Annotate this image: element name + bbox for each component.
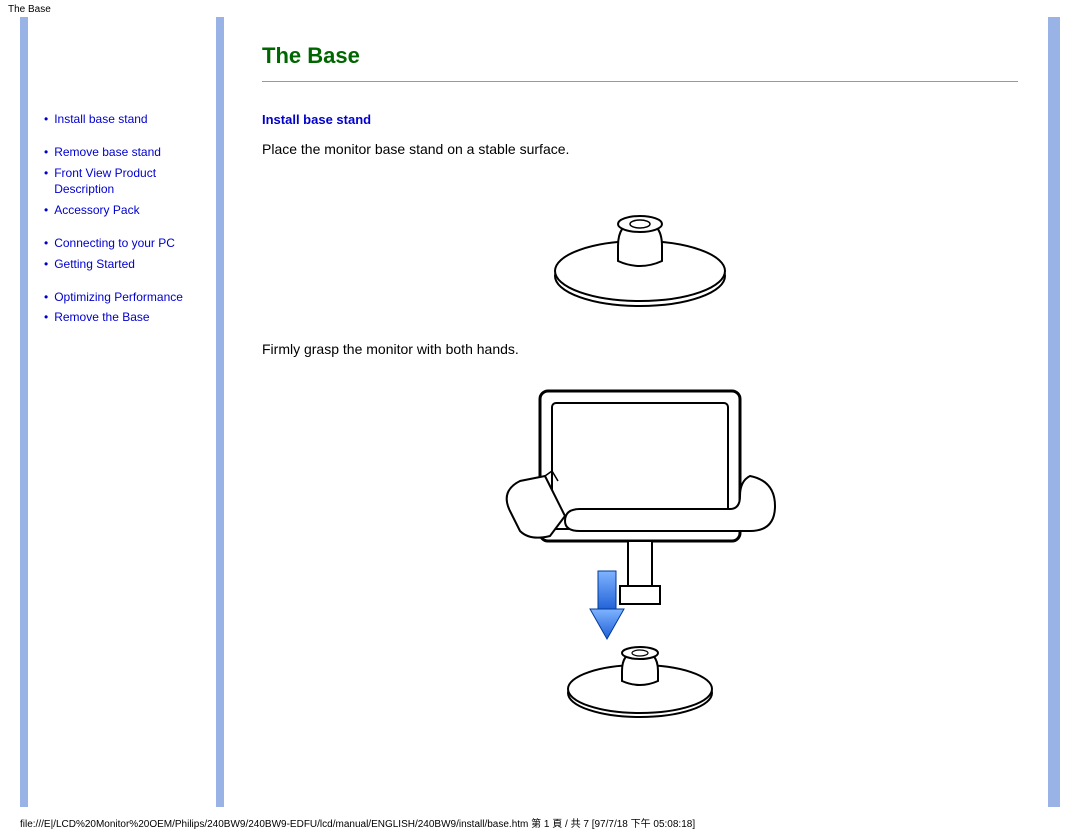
bullet-icon: • bbox=[44, 111, 48, 128]
decor-bar-right bbox=[1048, 17, 1060, 807]
sidebar-item-connecting-pc[interactable]: • Connecting to your PC bbox=[44, 235, 208, 252]
page-tab-label: The Base bbox=[0, 0, 1080, 17]
horizontal-rule bbox=[262, 81, 1018, 82]
illustration-monitor-attach bbox=[262, 381, 1018, 721]
sidebar-item-label: Remove base stand bbox=[54, 144, 161, 161]
page-title: The Base bbox=[262, 43, 1018, 69]
bullet-icon: • bbox=[44, 235, 48, 252]
bullet-icon: • bbox=[44, 165, 48, 182]
sidebar-item-label: Connecting to your PC bbox=[54, 235, 175, 252]
decor-bar-left bbox=[20, 17, 28, 807]
bullet-icon: • bbox=[44, 144, 48, 161]
sidebar-item-remove-base-stand[interactable]: • Remove base stand bbox=[44, 144, 208, 161]
step-text-1: Place the monitor base stand on a stable… bbox=[262, 141, 1018, 157]
section-heading: Install base stand bbox=[262, 112, 1018, 127]
sidebar-item-remove-the-base[interactable]: • Remove the Base bbox=[44, 309, 208, 326]
bullet-icon: • bbox=[44, 202, 48, 219]
bullet-icon: • bbox=[44, 256, 48, 273]
sidebar-item-label: Optimizing Performance bbox=[54, 289, 183, 306]
sidebar-item-label: Front View Product Description bbox=[54, 165, 208, 199]
sidebar-item-optimizing-performance[interactable]: • Optimizing Performance bbox=[44, 289, 208, 306]
footer-path: file:///E|/LCD%20Monitor%20OEM/Philips/2… bbox=[20, 815, 695, 830]
sidebar-item-install-base-stand[interactable]: • Install base stand bbox=[44, 111, 208, 128]
sidebar-item-label: Getting Started bbox=[54, 256, 135, 273]
sidebar-item-label: Accessory Pack bbox=[54, 202, 139, 219]
sidebar-item-front-view[interactable]: • Front View Product Description bbox=[44, 165, 208, 199]
decor-bar-center bbox=[216, 17, 224, 807]
sidebar-item-label: Remove the Base bbox=[54, 309, 149, 326]
bullet-icon: • bbox=[44, 309, 48, 326]
sidebar: • Install base stand • Remove base stand… bbox=[36, 17, 216, 807]
sidebar-item-label: Install base stand bbox=[54, 111, 147, 128]
step-text-2: Firmly grasp the monitor with both hands… bbox=[262, 341, 1018, 357]
sidebar-item-accessory-pack[interactable]: • Accessory Pack bbox=[44, 202, 208, 219]
illustration-base-stand bbox=[262, 181, 1018, 311]
content-pane: The Base Install base stand Place the mo… bbox=[232, 17, 1048, 807]
sidebar-item-getting-started[interactable]: • Getting Started bbox=[44, 256, 208, 273]
bullet-icon: • bbox=[44, 289, 48, 306]
